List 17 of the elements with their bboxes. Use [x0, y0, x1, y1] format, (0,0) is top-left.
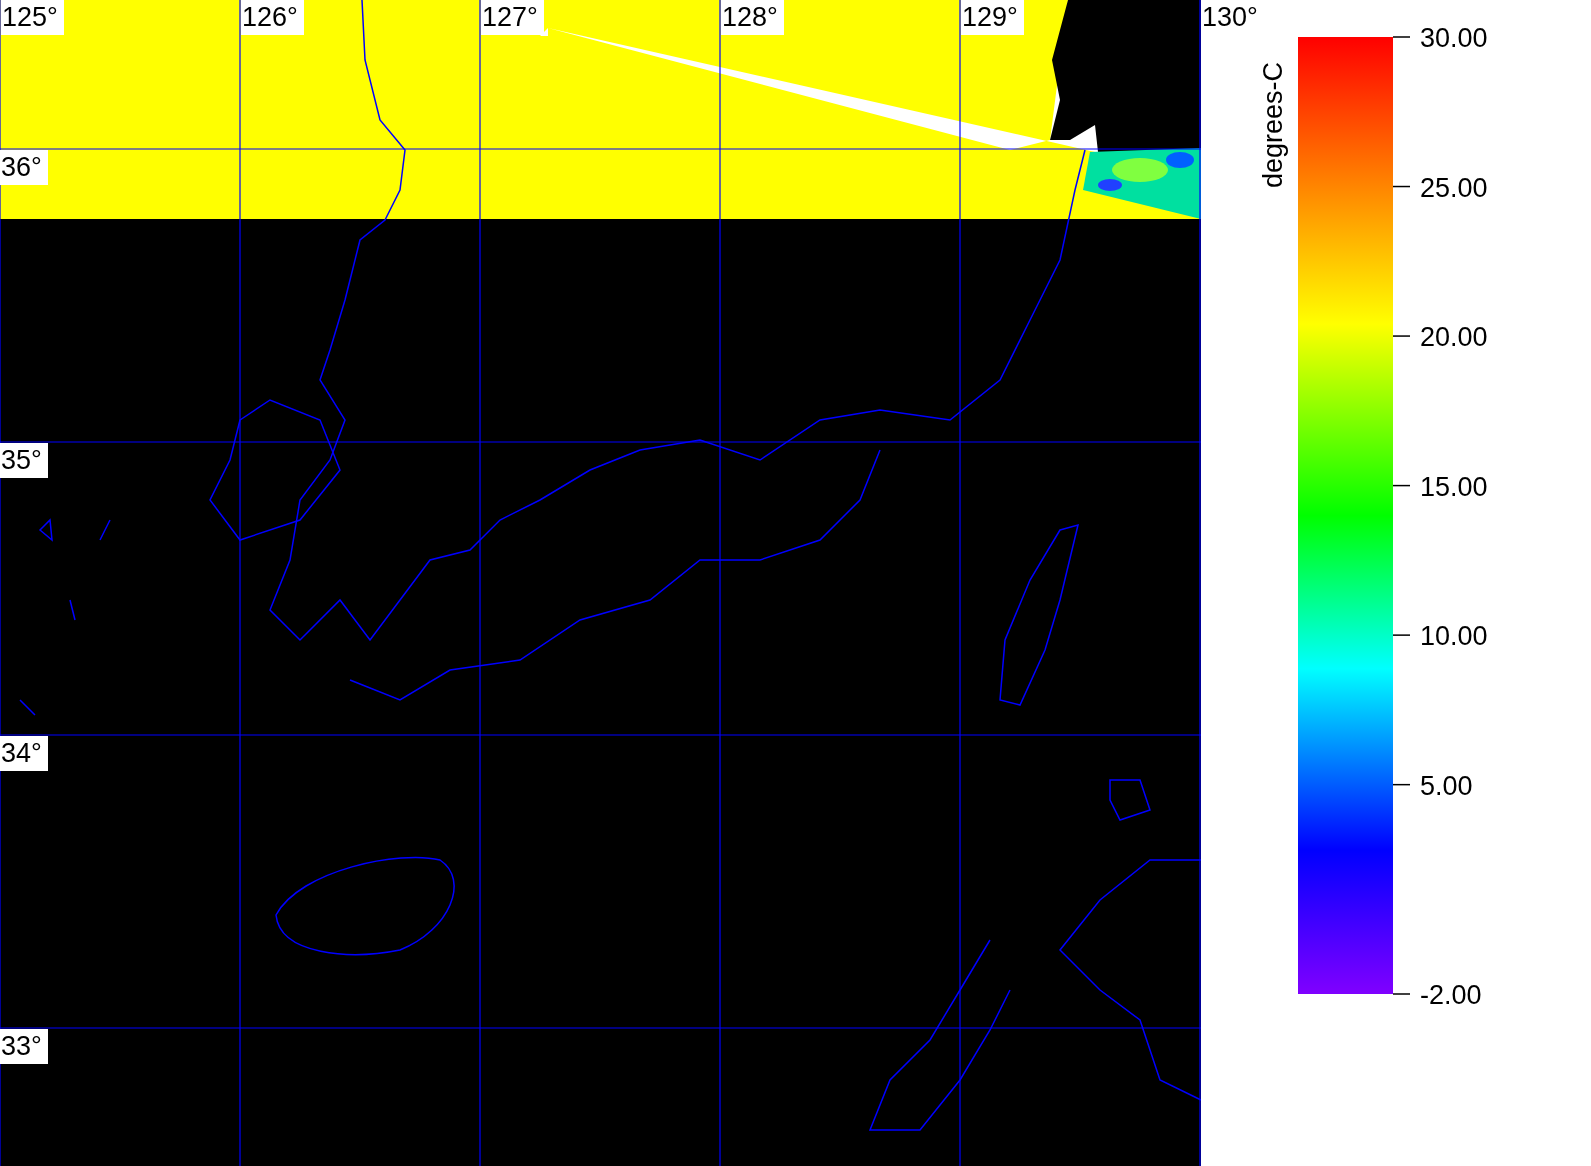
- colorbar-tick-label: 5.00: [1420, 770, 1473, 801]
- longitude-label: 128°: [721, 0, 784, 35]
- colorbar-tick-label: -2.00: [1420, 980, 1482, 1010]
- latitude-label: 35°: [0, 443, 48, 478]
- colorbar-tick-label: 30.00: [1420, 23, 1488, 53]
- latitude-label: 33°: [0, 1029, 48, 1064]
- longitude-label: 127°: [481, 0, 544, 35]
- colorbar-tick-label: 25.00: [1420, 172, 1488, 203]
- latitude-label: 36°: [0, 150, 48, 185]
- colorbar-tick-label: 15.00: [1420, 471, 1488, 502]
- colorbar-tick-label: 20.00: [1420, 322, 1488, 353]
- latitude-label: 34°: [0, 736, 48, 771]
- colorbar-tick-label: 10.00: [1420, 621, 1488, 652]
- longitude-label: 126°: [241, 0, 304, 35]
- longitude-label: 129°: [961, 0, 1024, 35]
- longitude-label: 125°: [1, 0, 64, 35]
- colorbar-title: degrees-C: [1258, 61, 1288, 188]
